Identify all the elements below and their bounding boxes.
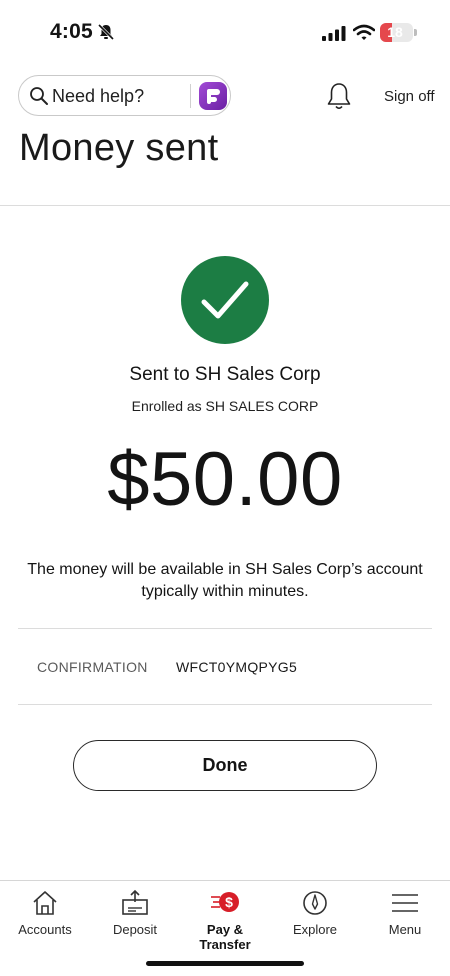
recipient-text: Sent to SH Sales Corp — [129, 364, 321, 385]
divider — [18, 704, 432, 705]
confirmation-label: CONFIRMATION — [37, 659, 148, 675]
search-icon — [30, 87, 48, 105]
svg-text:$: $ — [225, 894, 233, 910]
assistant-glyph-icon — [207, 89, 220, 104]
tab-label: Accounts — [18, 922, 72, 937]
battery-percent: 18 — [387, 24, 403, 40]
cellular-signal-icon — [322, 26, 346, 41]
help-divider — [190, 84, 191, 108]
success-badge — [181, 256, 269, 344]
fargo-assistant-icon[interactable] — [199, 82, 227, 110]
amount-sent: $50.00 — [107, 437, 343, 522]
wifi-icon — [353, 24, 375, 40]
home-indicator — [146, 961, 304, 966]
tab-deposit[interactable]: Deposit — [90, 881, 180, 951]
done-button[interactable]: Done — [73, 740, 377, 791]
battery-indicator: 18 — [380, 23, 417, 42]
compass-icon — [303, 891, 327, 915]
tab-menu[interactable]: Menu — [360, 881, 450, 951]
menu-icon — [392, 894, 418, 912]
home-icon — [33, 891, 57, 915]
tab-accounts[interactable]: Accounts — [0, 881, 90, 951]
battery-cap — [414, 29, 417, 36]
availability-message: The money will be available in SH Sales … — [27, 561, 423, 600]
checkmark-icon — [201, 281, 249, 319]
deposit-icon — [122, 889, 148, 915]
pay-transfer-icon: $ — [211, 892, 239, 912]
bell-off-icon — [97, 23, 115, 41]
tab-label: Deposit — [112, 922, 158, 937]
help-search-label: Need help? — [52, 86, 145, 106]
enrolled-name-text: Enrolled as SH SALES CORP — [131, 398, 319, 414]
sign-off-link[interactable]: Sign off — [384, 88, 435, 105]
confirmation-number: WFCT0YMQPYG5 — [176, 659, 298, 675]
divider — [18, 628, 432, 629]
title-divider — [0, 205, 450, 206]
help-search-pill[interactable]: Need help? — [18, 75, 231, 116]
notifications-bell-icon[interactable] — [325, 81, 353, 111]
status-bar: 4:05 18 — [0, 0, 450, 64]
tab-label: Explore — [292, 922, 338, 937]
status-time: 4:05 — [50, 20, 93, 43]
tab-label: Pay & Transfer — [199, 922, 251, 952]
tab-pay-transfer[interactable]: $ Pay & Transfer — [180, 881, 270, 952]
page-title: Money sent — [19, 127, 219, 169]
tab-explore[interactable]: Explore — [270, 881, 360, 951]
tab-label: Menu — [388, 922, 422, 937]
